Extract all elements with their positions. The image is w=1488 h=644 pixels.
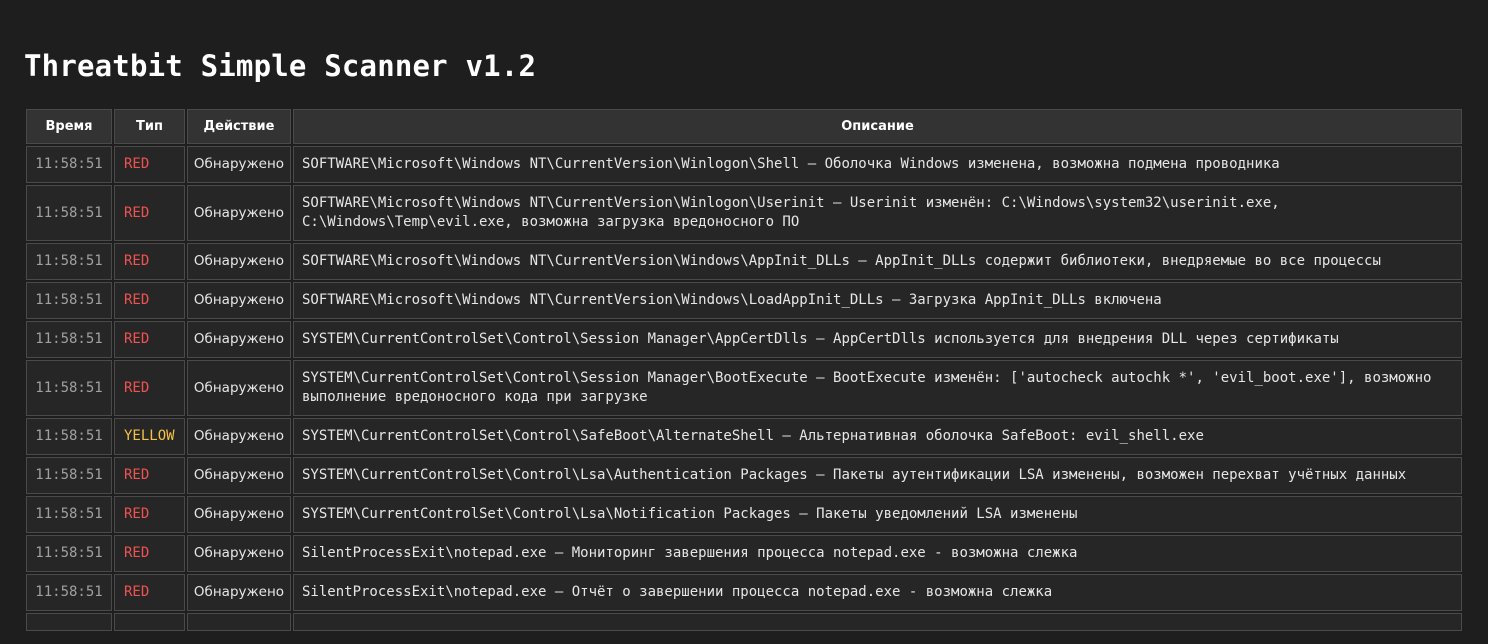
type-cell: RED: [114, 535, 185, 572]
action-cell: Обнаружено: [187, 321, 291, 358]
table-row[interactable]: 11:58:51 RED Обнаружено SOFTWARE\Microsoft\…: [26, 185, 1462, 241]
table-row[interactable]: 11:58:51 RED Обнаружено SYSTEM\CurrentContr…: [26, 360, 1462, 416]
type-cell: RED: [114, 457, 185, 494]
time-cell: 11:58:51: [26, 496, 112, 533]
table-row[interactable]: 11:58:51 RED Обнаружено SYSTEM\CurrentContr…: [26, 321, 1462, 358]
time-cell: 11:58:51: [26, 321, 112, 358]
table-row[interactable]: 11:58:51 RED Обнаружено SOFTWARE\Microsoft\…: [26, 282, 1462, 319]
description-cell: SOFTWARE\Microsoft\Windows NT\CurrentVer…: [293, 185, 1462, 241]
time-cell: 11:58:51: [26, 146, 112, 183]
time-cell: [26, 613, 112, 631]
action-cell: Обнаружено: [187, 496, 291, 533]
type-cell: RED: [114, 243, 185, 280]
column-header-time[interactable]: Время: [26, 109, 112, 144]
table-row[interactable]: 11:58:51 RED Обнаружено SYSTEM\CurrentContr…: [26, 496, 1462, 533]
action-cell: [187, 613, 291, 631]
type-cell: RED: [114, 321, 185, 358]
time-cell: 11:58:51: [26, 360, 112, 416]
description-cell: SYSTEM\CurrentControlSet\Control\Lsa\Aut…: [293, 457, 1462, 494]
results-table: Время Тип Действие Описание 11:58:51 RED О…: [24, 107, 1464, 633]
action-cell: Обнаружено: [187, 146, 291, 183]
description-cell: SYSTEM\CurrentControlSet\Control\SafeBoo…: [293, 418, 1462, 455]
description-cell: [293, 613, 1462, 631]
type-cell: RED: [114, 574, 185, 611]
description-cell: SilentProcessExit\notepad.exe — Отчёт о …: [293, 574, 1462, 611]
header-row: Время Тип Действие Описание: [26, 109, 1462, 144]
column-header-type[interactable]: Тип: [114, 109, 185, 144]
description-cell: SYSTEM\CurrentControlSet\Control\Lsa\Not…: [293, 496, 1462, 533]
table-row[interactable]: 11:58:51 RED Обнаружено SOFTWARE\Microsoft\…: [26, 243, 1462, 280]
description-cell: SYSTEM\CurrentControlSet\Control\Session…: [293, 360, 1462, 416]
scanner-page: Threatbit Simple Scanner v1.2 Время Тип …: [0, 0, 1488, 644]
action-cell: Обнаружено: [187, 360, 291, 416]
time-cell: 11:58:51: [26, 457, 112, 494]
table-row[interactable]: 11:58:51 RED Обнаружено SilentProcessExit\n…: [26, 574, 1462, 611]
action-cell: Обнаружено: [187, 185, 291, 241]
type-cell: RED: [114, 185, 185, 241]
time-cell: 11:58:51: [26, 243, 112, 280]
type-cell: RED: [114, 360, 185, 416]
type-cell: [114, 613, 185, 631]
action-cell: Обнаружено: [187, 418, 291, 455]
description-cell: SYSTEM\CurrentControlSet\Control\Session…: [293, 321, 1462, 358]
description-cell: SOFTWARE\Microsoft\Windows NT\CurrentVer…: [293, 282, 1462, 319]
table-row[interactable]: [26, 613, 1462, 631]
column-header-description[interactable]: Описание: [293, 109, 1462, 144]
type-cell: RED: [114, 282, 185, 319]
action-cell: Обнаружено: [187, 243, 291, 280]
time-cell: 11:58:51: [26, 282, 112, 319]
action-cell: Обнаружено: [187, 535, 291, 572]
page-title: Threatbit Simple Scanner v1.2: [24, 49, 537, 83]
action-cell: Обнаружено: [187, 282, 291, 319]
time-cell: 11:58:51: [26, 185, 112, 241]
table-body: 11:58:51 RED Обнаружено SOFTWARE\Microsoft\…: [26, 146, 1462, 631]
column-header-action[interactable]: Действие: [187, 109, 291, 144]
type-cell: RED: [114, 146, 185, 183]
description-cell: SOFTWARE\Microsoft\Windows NT\CurrentVer…: [293, 146, 1462, 183]
description-cell: SOFTWARE\Microsoft\Windows NT\CurrentVer…: [293, 243, 1462, 280]
table-row[interactable]: 11:58:51 RED Обнаружено SYSTEM\CurrentContr…: [26, 457, 1462, 494]
table-row[interactable]: 11:58:51 RED Обнаружено SOFTWARE\Microsoft\…: [26, 146, 1462, 183]
table-header: Время Тип Действие Описание: [26, 109, 1462, 144]
action-cell: Обнаружено: [187, 457, 291, 494]
time-cell: 11:58:51: [26, 418, 112, 455]
description-cell: SilentProcessExit\notepad.exe — Монитори…: [293, 535, 1462, 572]
action-cell: Обнаружено: [187, 574, 291, 611]
table-row[interactable]: 11:58:51 RED Обнаружено SilentProcessExit\n…: [26, 535, 1462, 572]
type-cell: RED: [114, 496, 185, 533]
time-cell: 11:58:51: [26, 535, 112, 572]
time-cell: 11:58:51: [26, 574, 112, 611]
table-row[interactable]: 11:58:51 YELLOW Обнаружено SYSTEM\CurrentCo…: [26, 418, 1462, 455]
type-cell: YELLOW: [114, 418, 185, 455]
